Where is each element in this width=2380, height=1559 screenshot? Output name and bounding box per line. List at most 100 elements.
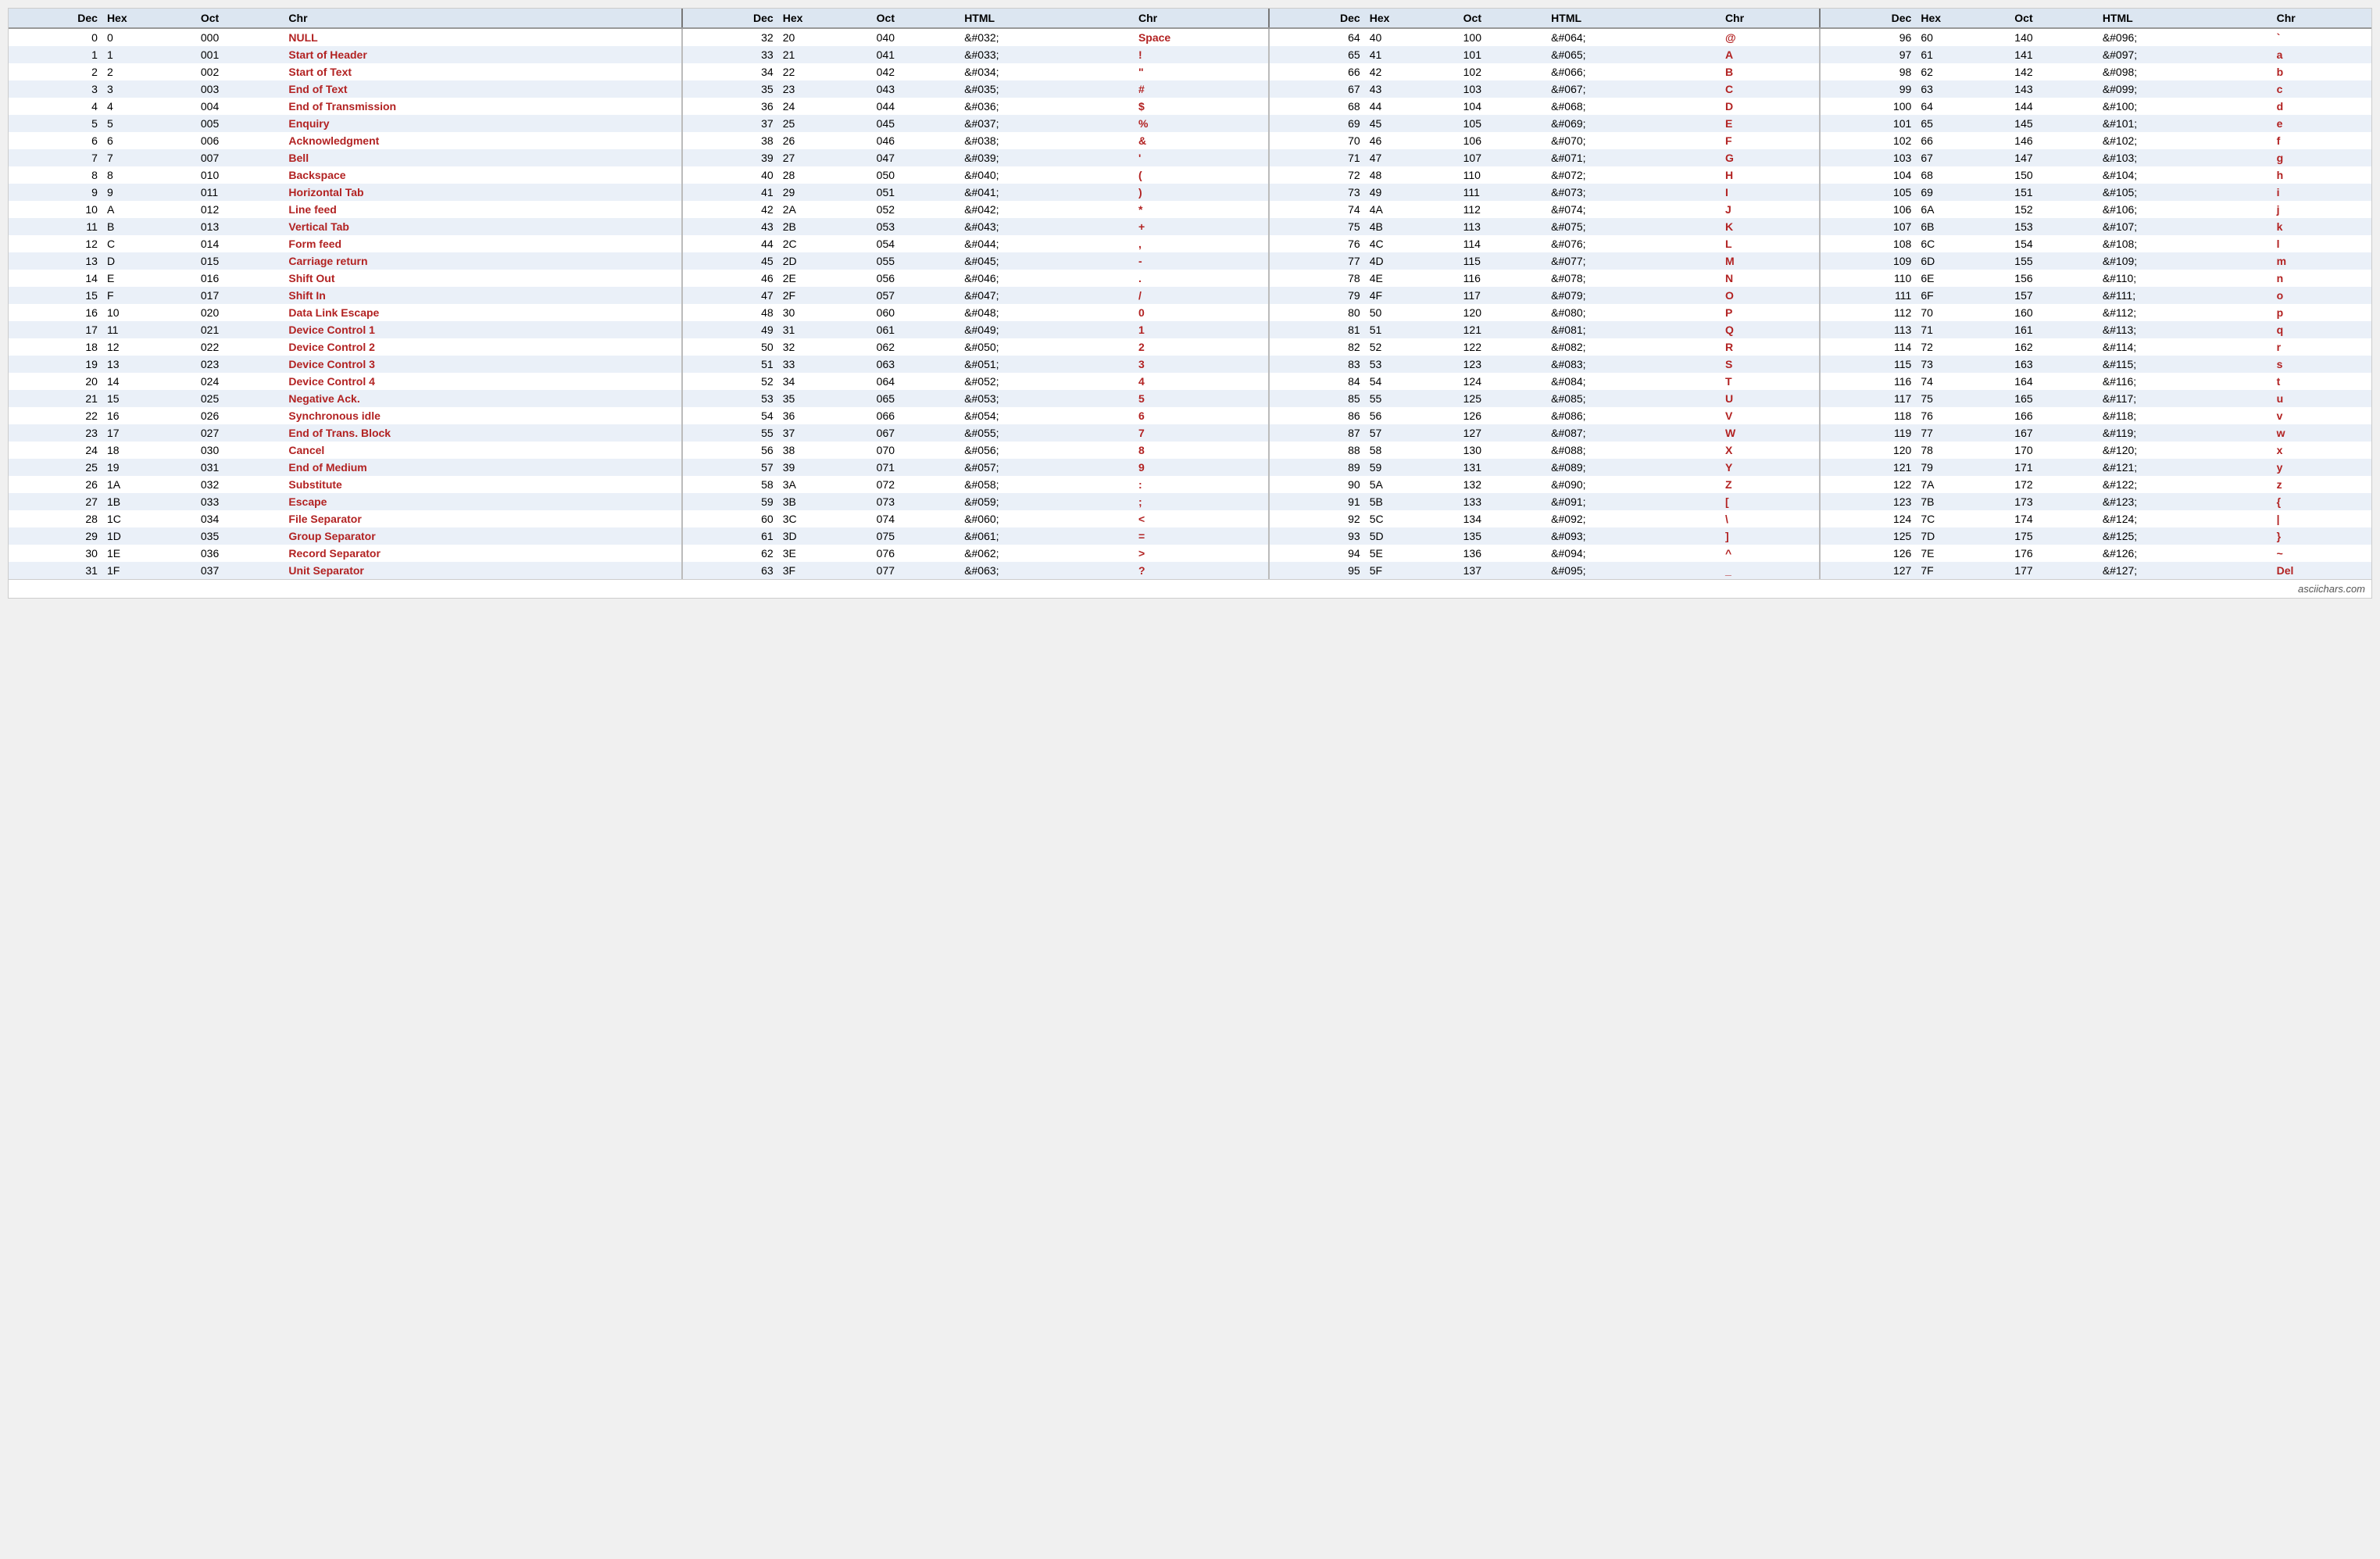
cell-oct3: 131 xyxy=(1459,459,1547,476)
cell-dec4: 99 xyxy=(1820,80,1916,98)
cell-hex3: 5B xyxy=(1365,493,1459,510)
cell-dec3: 82 xyxy=(1269,338,1365,356)
cell-dec1: 18 xyxy=(9,338,102,356)
cell-dec2: 54 xyxy=(682,407,778,424)
cell-dec4: 115 xyxy=(1820,356,1916,373)
cell-chr3: A xyxy=(1721,46,1820,63)
cell-chr1-name: End of Medium xyxy=(284,459,681,476)
cell-dec4: 116 xyxy=(1820,373,1916,390)
cell-chr3: S xyxy=(1721,356,1820,373)
cell-html3: &#064; xyxy=(1546,28,1721,46)
cell-hex4: 70 xyxy=(1916,304,2010,321)
cell-chr3: J xyxy=(1721,201,1820,218)
col-header-oct4: Oct xyxy=(2010,9,2098,28)
cell-oct2: 041 xyxy=(872,46,960,63)
cell-chr4: Del xyxy=(2272,562,2371,579)
cell-oct1: 015 xyxy=(196,252,284,270)
table-row: 2418030Cancel5638070&#056;88858130&#088;… xyxy=(9,442,2371,459)
cell-chr2: 4 xyxy=(1134,373,1269,390)
cell-dec3: 83 xyxy=(1269,356,1365,373)
cell-hex2: 36 xyxy=(778,407,872,424)
cell-dec4: 121 xyxy=(1820,459,1916,476)
cell-hex4: 66 xyxy=(1916,132,2010,149)
cell-hex1: 6 xyxy=(102,132,196,149)
cell-oct4: 161 xyxy=(2010,321,2098,338)
table-row: 77007Bell3927047&#039;'7147107&#071;G103… xyxy=(9,149,2371,166)
col-header-oct2: Oct xyxy=(872,9,960,28)
cell-oct2: 052 xyxy=(872,201,960,218)
cell-dec3: 79 xyxy=(1269,287,1365,304)
cell-dec3: 68 xyxy=(1269,98,1365,115)
cell-dec1: 27 xyxy=(9,493,102,510)
cell-dec2: 34 xyxy=(682,63,778,80)
cell-chr3: M xyxy=(1721,252,1820,270)
cell-html3: &#073; xyxy=(1546,184,1721,201)
col-header-dec4: Dec xyxy=(1820,9,1916,28)
cell-chr3: Z xyxy=(1721,476,1820,493)
cell-hex1: 19 xyxy=(102,459,196,476)
cell-chr2: $ xyxy=(1134,98,1269,115)
cell-html4: &#121; xyxy=(2098,459,2272,476)
cell-dec1: 6 xyxy=(9,132,102,149)
cell-hex3: 46 xyxy=(1365,132,1459,149)
cell-chr3: E xyxy=(1721,115,1820,132)
cell-html4: &#125; xyxy=(2098,527,2272,545)
cell-oct2: 040 xyxy=(872,28,960,46)
cell-dec3: 71 xyxy=(1269,149,1365,166)
cell-oct3: 101 xyxy=(1459,46,1547,63)
cell-hex4: 68 xyxy=(1916,166,2010,184)
cell-hex3: 56 xyxy=(1365,407,1459,424)
cell-oct2: 043 xyxy=(872,80,960,98)
cell-hex1: 14 xyxy=(102,373,196,390)
cell-hex2: 3D xyxy=(778,527,872,545)
cell-html2: &#036; xyxy=(960,98,1134,115)
cell-hex2: 22 xyxy=(778,63,872,80)
cell-chr3: I xyxy=(1721,184,1820,201)
cell-html2: &#051; xyxy=(960,356,1134,373)
cell-hex2: 3A xyxy=(778,476,872,493)
table-row: 2519031End of Medium5739071&#057;9895913… xyxy=(9,459,2371,476)
table-row: 1610020Data Link Escape4830060&#048;0805… xyxy=(9,304,2371,321)
cell-dec2: 40 xyxy=(682,166,778,184)
cell-oct4: 174 xyxy=(2010,510,2098,527)
cell-dec1: 21 xyxy=(9,390,102,407)
cell-hex2: 23 xyxy=(778,80,872,98)
cell-chr1-name: Shift In xyxy=(284,287,681,304)
cell-dec1: 24 xyxy=(9,442,102,459)
cell-dec1: 4 xyxy=(9,98,102,115)
cell-oct3: 116 xyxy=(1459,270,1547,287)
cell-dec2: 58 xyxy=(682,476,778,493)
cell-chr3: W xyxy=(1721,424,1820,442)
cell-oct4: 163 xyxy=(2010,356,2098,373)
cell-dec2: 63 xyxy=(682,562,778,579)
table-row: 1711021Device Control 14931061&#049;1815… xyxy=(9,321,2371,338)
cell-chr1-name: Device Control 4 xyxy=(284,373,681,390)
cell-hex4: 6F xyxy=(1916,287,2010,304)
cell-hex2: 26 xyxy=(778,132,872,149)
cell-chr4: b xyxy=(2272,63,2371,80)
col-header-oct3: Oct xyxy=(1459,9,1547,28)
cell-dec2: 41 xyxy=(682,184,778,201)
cell-chr4: k xyxy=(2272,218,2371,235)
cell-dec4: 96 xyxy=(1820,28,1916,46)
cell-dec4: 107 xyxy=(1820,218,1916,235)
cell-hex3: 59 xyxy=(1365,459,1459,476)
cell-chr2: . xyxy=(1134,270,1269,287)
cell-hex4: 7C xyxy=(1916,510,2010,527)
table-row: 1913023Device Control 35133063&#051;3835… xyxy=(9,356,2371,373)
cell-dec1: 17 xyxy=(9,321,102,338)
cell-html2: &#038; xyxy=(960,132,1134,149)
cell-oct4: 152 xyxy=(2010,201,2098,218)
cell-hex2: 2D xyxy=(778,252,872,270)
cell-oct1: 022 xyxy=(196,338,284,356)
cell-html3: &#084; xyxy=(1546,373,1721,390)
col-header-chr3: Chr xyxy=(1721,9,1820,28)
table-row: 261A032Substitute583A072&#058;:905A132&#… xyxy=(9,476,2371,493)
table-row: 11001Start of Header3321041&#033;!654110… xyxy=(9,46,2371,63)
cell-oct2: 066 xyxy=(872,407,960,424)
cell-hex1: 1D xyxy=(102,527,196,545)
cell-html3: &#095; xyxy=(1546,562,1721,579)
cell-oct1: 011 xyxy=(196,184,284,201)
cell-dec4: 105 xyxy=(1820,184,1916,201)
cell-hex2: 25 xyxy=(778,115,872,132)
